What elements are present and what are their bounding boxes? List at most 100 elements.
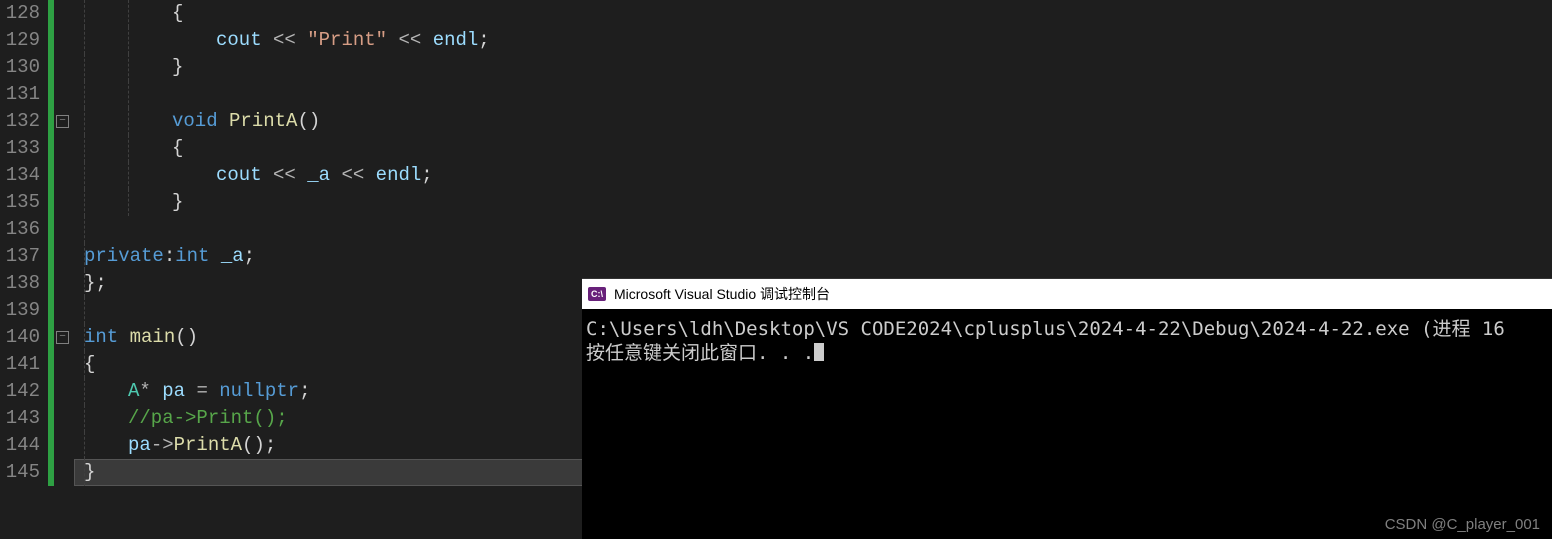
indent-guide — [128, 189, 129, 216]
code-line[interactable]: pa->PrintA(); — [74, 432, 276, 459]
indent-guide — [128, 54, 129, 81]
debug-console-window: C:\ Microsoft Visual Studio 调试控制台 C:\Use… — [582, 278, 1552, 539]
indent-guide — [84, 216, 85, 243]
console-titlebar[interactable]: C:\ Microsoft Visual Studio 调试控制台 — [582, 279, 1552, 309]
token: pa — [128, 434, 151, 456]
token: } — [172, 191, 183, 213]
line-number: 143 — [0, 405, 40, 432]
token: int — [175, 245, 209, 267]
token: private — [84, 245, 164, 267]
console-line: C:\Users\ldh\Desktop\VS CODE2024\cpluspl… — [586, 318, 1505, 340]
console-line: 按任意键关闭此窗口. . . — [586, 342, 814, 364]
token: PrintA — [229, 110, 297, 132]
line-number: 134 — [0, 162, 40, 189]
token: ; — [421, 164, 432, 186]
token: main — [130, 326, 176, 348]
token: * — [139, 380, 150, 402]
console-title: Microsoft Visual Studio 调试控制台 — [614, 284, 830, 304]
line-number: 144 — [0, 432, 40, 459]
code-line[interactable]: //pa->Print(); — [74, 405, 288, 432]
token: "Print" — [307, 29, 387, 51]
line-number-gutter: 1281291301311321331341351361371381391401… — [0, 0, 48, 539]
console-icon: C:\ — [588, 287, 606, 301]
indent-guide — [84, 135, 85, 162]
console-cursor — [814, 343, 824, 361]
token: void — [172, 110, 218, 132]
token: () — [297, 110, 320, 132]
line-number: 140 — [0, 324, 40, 351]
token: pa — [162, 380, 185, 402]
code-line[interactable]: } — [74, 189, 183, 216]
code-line[interactable]: { — [74, 135, 183, 162]
indent-guide — [84, 351, 85, 378]
indent-guide — [84, 81, 85, 108]
code-line[interactable]: void PrintA() — [74, 108, 320, 135]
token — [218, 110, 229, 132]
token: { — [172, 2, 183, 24]
code-line[interactable] — [74, 81, 84, 108]
code-line[interactable] — [74, 216, 84, 243]
token: { — [84, 353, 95, 375]
token — [296, 164, 307, 186]
code-line[interactable]: } — [74, 459, 95, 486]
token — [364, 164, 375, 186]
code-line[interactable] — [74, 297, 84, 324]
indent-guide — [84, 54, 85, 81]
fold-toggle[interactable]: − — [56, 331, 69, 344]
indent-guide — [84, 27, 85, 54]
indent-guide — [84, 189, 85, 216]
line-number: 136 — [0, 216, 40, 243]
indent-guide — [128, 27, 129, 54]
line-number: 139 — [0, 297, 40, 324]
indent-guide — [84, 378, 85, 405]
token: () — [175, 326, 198, 348]
line-number: 145 — [0, 459, 40, 486]
indent-guide — [84, 459, 85, 486]
token: } — [172, 56, 183, 78]
token: = — [196, 380, 207, 402]
token — [209, 245, 220, 267]
code-line[interactable]: { — [74, 0, 183, 27]
code-line[interactable]: }; — [74, 270, 107, 297]
token — [387, 29, 398, 51]
line-number: 135 — [0, 189, 40, 216]
token: endl — [433, 29, 479, 51]
token: << — [273, 164, 296, 186]
token — [151, 380, 162, 402]
line-number: 129 — [0, 27, 40, 54]
code-line[interactable]: A* pa = nullptr; — [74, 378, 310, 405]
token: //pa->Print(); — [128, 407, 288, 429]
token — [296, 29, 307, 51]
token: << — [273, 29, 296, 51]
line-number: 128 — [0, 0, 40, 27]
indent-guide — [84, 432, 85, 459]
watermark: CSDN @C_player_001 — [1385, 516, 1540, 533]
indent-guide — [84, 324, 85, 351]
code-line[interactable]: { — [74, 351, 95, 378]
code-line[interactable]: int main() — [74, 324, 198, 351]
token: cout — [216, 164, 262, 186]
indent-guide — [128, 135, 129, 162]
fold-column: −− — [54, 0, 74, 539]
token: -> — [151, 434, 174, 456]
code-line[interactable]: cout << "Print" << endl; — [74, 27, 490, 54]
fold-toggle[interactable]: − — [56, 115, 69, 128]
line-number: 141 — [0, 351, 40, 378]
indent-guide — [84, 162, 85, 189]
console-output[interactable]: C:\Users\ldh\Desktop\VS CODE2024\cpluspl… — [582, 309, 1552, 373]
token — [421, 29, 432, 51]
line-number: 130 — [0, 54, 40, 81]
code-line[interactable]: } — [74, 54, 183, 81]
token: (); — [242, 434, 276, 456]
indent-guide — [128, 162, 129, 189]
token: ; — [244, 245, 255, 267]
code-line[interactable]: cout << _a << endl; — [74, 162, 433, 189]
indent-guide — [84, 405, 85, 432]
token: }; — [84, 272, 107, 294]
code-line[interactable]: private:int _a; — [74, 243, 255, 270]
token — [262, 164, 273, 186]
line-number: 131 — [0, 81, 40, 108]
indent-guide — [84, 243, 85, 270]
indent-guide — [84, 297, 85, 324]
token: { — [172, 137, 183, 159]
